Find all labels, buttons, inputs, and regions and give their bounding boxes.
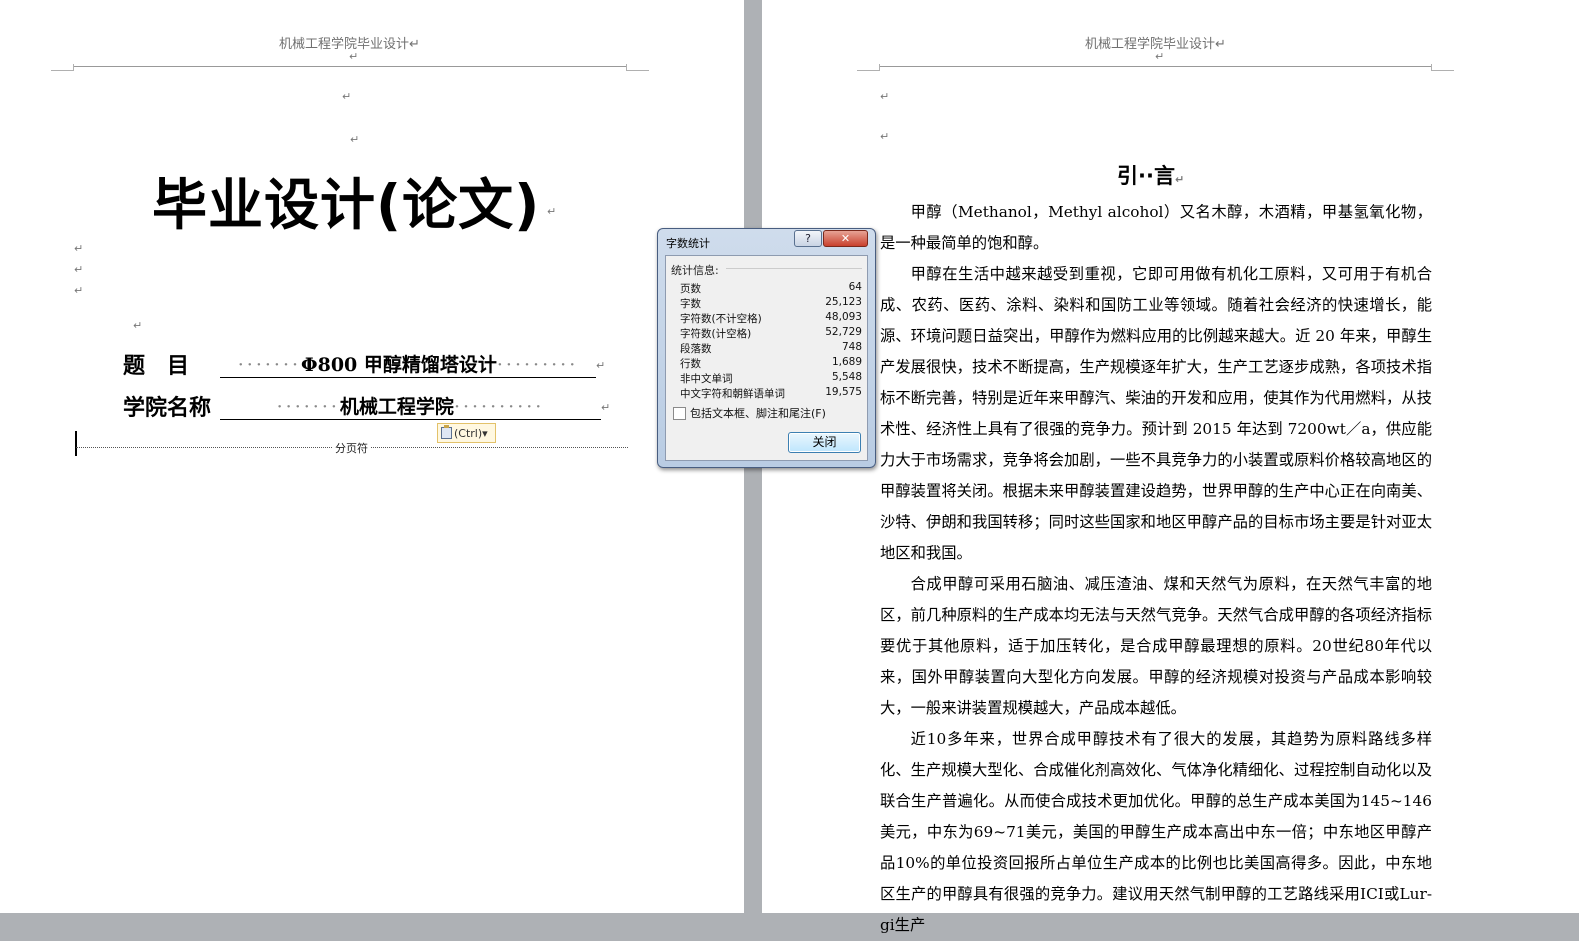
- stat-label: 段落数: [680, 343, 712, 355]
- paragraph-mark: ↵: [409, 37, 420, 52]
- thesis-title-text: 毕业设计(论文): [152, 173, 541, 237]
- dialog-body: 统计信息: 页数 64 字数 25,123 字符数(不计空格) 48,093 字符数(…: [665, 255, 868, 461]
- close-icon: ✕: [840, 232, 851, 245]
- group-divider: [726, 268, 862, 269]
- stat-row-paragraphs: 段落数 748: [680, 341, 862, 356]
- body-text[interactable]: 甲醇（Methanol，Methyl alcohol）又名木醇，木酒精，甲基氢氧…: [880, 197, 1432, 941]
- header-rule: [73, 66, 626, 67]
- stat-label: 非中文单词: [680, 373, 733, 385]
- paragraph-mark: ↵: [349, 50, 359, 63]
- stat-row-words: 字数 25,123: [680, 296, 862, 311]
- stat-label: 页数: [680, 283, 701, 295]
- clipboard-icon: [441, 425, 452, 439]
- stat-value: 52,729: [825, 326, 862, 338]
- stat-value: 64: [848, 281, 862, 293]
- paragraph-mark: ↵: [880, 130, 890, 143]
- college-label: 学院名称: [123, 395, 212, 421]
- paragraph: 甲醇（Methanol，Methyl alcohol）又名木醇，木酒精，甲基氢氧…: [880, 203, 1432, 252]
- college-value[interactable]: ·······机械工程学院··········: [220, 392, 601, 420]
- paragraph: 合成甲醇可采用石脑油、减压渣油、煤和天然气为原料，在天然气丰富的地区，前几种原料…: [880, 575, 1432, 717]
- margin-corner: [1431, 64, 1454, 71]
- stat-label: 中文字符和朝鲜语单词: [680, 388, 785, 400]
- paste-options-button[interactable]: (Ctrl)▾: [437, 423, 496, 443]
- stat-label: 行数: [680, 358, 701, 370]
- paragraph: 近10多年来，世界合成甲醇技术有了很大的发展，其趋势为原料路线多样化、生产规模大…: [880, 730, 1432, 934]
- margin-corner: [51, 64, 74, 71]
- paragraph-mark: ↵: [74, 242, 84, 255]
- stat-value: 748: [841, 341, 862, 353]
- help-icon: ?: [805, 232, 811, 245]
- paragraph-mark: ↵: [1174, 173, 1185, 186]
- stat-label: 字符数(不计空格): [680, 313, 762, 325]
- stat-value: 25,123: [825, 296, 862, 308]
- margin-corner: [626, 64, 649, 71]
- stat-row-lines: 行数 1,689: [680, 356, 862, 371]
- stat-value: 48,093: [825, 311, 862, 323]
- close-button-label: 关闭: [812, 435, 837, 449]
- include-textboxes-option[interactable]: 包括文本框、脚注和尾注(F): [673, 405, 826, 421]
- paragraph-mark: ↵: [880, 90, 890, 103]
- paragraph-mark: ↵: [1155, 50, 1165, 63]
- document-page-cover[interactable]: 机械工程学院毕业设计↵ ↵ ↵ ↵ 毕业设计(论文) ↵ ↵ ↵ ↵ ↵ 题 目…: [0, 0, 744, 913]
- topic-value-text: Φ800 甲醇精馏塔设计: [301, 354, 497, 376]
- text-cursor: [75, 431, 77, 456]
- word-count-dialog[interactable]: 字数统计 ? ✕ 统计信息: 页数 64 字数 25,123 字符数(不计空格) 48…: [657, 228, 876, 468]
- paragraph-mark: ↵: [133, 319, 143, 332]
- stat-value: 19,575: [825, 386, 862, 398]
- paragraph-mark: ↵: [350, 133, 360, 146]
- paragraph-mark: ↵: [547, 205, 557, 218]
- dialog-title: 字数统计: [666, 237, 710, 250]
- header-text: 机械工程学院毕业设计: [1085, 37, 1216, 52]
- stat-row-chars-with-spaces: 字符数(计空格) 52,729: [680, 326, 862, 341]
- stat-label: 字数: [680, 298, 701, 310]
- help-button[interactable]: ?: [794, 230, 822, 247]
- college-value-text: 机械工程学院: [339, 396, 454, 418]
- paste-options-label: (Ctrl)▾: [454, 426, 488, 440]
- leader-dots: ·······: [237, 354, 302, 376]
- paragraph-mark: ↵: [342, 90, 352, 103]
- thesis-title[interactable]: 毕业设计(论文): [152, 160, 540, 240]
- dialog-close-x-button[interactable]: ✕: [823, 230, 868, 247]
- stat-value: 1,689: [831, 356, 862, 368]
- close-button[interactable]: 关闭: [788, 432, 861, 453]
- section-heading-text: 引··言: [1117, 164, 1175, 188]
- header-text: 机械工程学院毕业设计: [279, 37, 410, 52]
- paragraph-mark: ↵: [1215, 37, 1226, 52]
- include-textboxes-checkbox[interactable]: [673, 406, 686, 420]
- header-rule: [879, 66, 1431, 67]
- section-heading[interactable]: 引··言↵: [1117, 160, 1184, 190]
- paragraph-mark: ↵: [74, 284, 84, 297]
- margin-corner: [857, 64, 880, 71]
- stat-label: 字符数(计空格): [680, 328, 752, 340]
- topic-value[interactable]: ·······Φ800 甲醇精馏塔设计·········: [220, 350, 596, 378]
- stat-row-cjk-chars: 中文字符和朝鲜语单词 19,575: [680, 386, 862, 401]
- leader-dots: ·······: [276, 396, 340, 418]
- page-break-label: 分页符: [333, 440, 370, 456]
- paragraph-mark: ↵: [74, 263, 84, 276]
- include-textboxes-label: 包括文本框、脚注和尾注(F): [690, 407, 826, 420]
- paragraph: 甲醇在生活中越来越受到重视，它即可用做有机化工原料，又可用于有机合成、农药、医药…: [880, 265, 1432, 562]
- stat-value: 5,548: [831, 371, 862, 383]
- topic-label: 题 目: [123, 353, 190, 379]
- leader-dots: ·········: [496, 354, 579, 376]
- paragraph-mark: ↵: [601, 401, 611, 414]
- paragraph-mark: ↵: [596, 359, 606, 372]
- statistics-group-label: 统计信息:: [671, 264, 719, 277]
- stat-row-non-chinese-words: 非中文单词 5,548: [680, 371, 862, 386]
- stat-row-chars-no-spaces: 字符数(不计空格) 48,093: [680, 311, 862, 326]
- stat-row-pages: 页数 64: [680, 281, 862, 296]
- leader-dots: ··········: [453, 396, 545, 418]
